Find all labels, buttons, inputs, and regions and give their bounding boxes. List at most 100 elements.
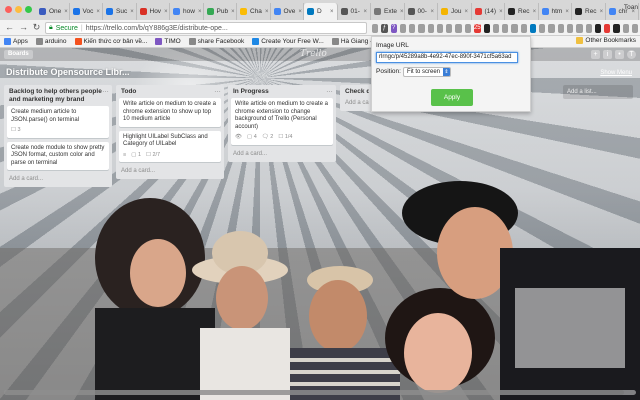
extension-icon[interactable] [436, 23, 444, 33]
other-bookmarks[interactable]: Other Bookmarks [576, 37, 636, 44]
window-close-dot[interactable] [5, 6, 12, 13]
tab-close-icon[interactable]: × [130, 9, 134, 15]
extension-icon[interactable] [557, 23, 564, 33]
browser-tab[interactable]: Cha × [237, 3, 271, 20]
tab-close-icon[interactable]: × [64, 9, 68, 15]
tab-close-icon[interactable]: × [464, 9, 468, 15]
browser-tab[interactable]: Exte × [371, 3, 405, 20]
browser-tab[interactable]: htm × [539, 3, 572, 20]
extension-icon[interactable] [520, 23, 527, 33]
trello-card[interactable]: Create medium article to JSON.parse() on… [7, 106, 109, 138]
scrollbar-thumb[interactable] [4, 390, 624, 395]
forward-icon[interactable]: → [18, 22, 29, 33]
add-card-button[interactable]: Add a card... [343, 98, 369, 108]
add-card-button[interactable]: Add a card... [119, 166, 221, 176]
board-scrollbar[interactable] [4, 390, 636, 395]
list-title[interactable]: Check qual [343, 88, 369, 98]
trello-card[interactable]: Highlight UILabel SubClass and Category … [119, 130, 221, 162]
list-title[interactable]: Backlog to help others people and market… [7, 88, 109, 106]
extension-icon[interactable] [399, 23, 407, 33]
tab-close-icon[interactable]: × [533, 9, 537, 15]
extension-icon[interactable] [483, 23, 490, 33]
list-menu-icon[interactable]: … [102, 87, 109, 94]
list-title[interactable]: Todo [119, 88, 221, 98]
extension-icon[interactable] [372, 23, 379, 33]
browser-tab[interactable]: Rec × [572, 3, 606, 20]
tab-close-icon[interactable]: × [565, 9, 569, 15]
browser-tab[interactable]: Rec × [505, 3, 539, 20]
extension-icon[interactable] [418, 23, 425, 33]
extension-icon[interactable] [502, 23, 509, 33]
show-menu-link[interactable]: Show Menu [600, 70, 632, 76]
add-card-button[interactable]: Add a card... [7, 174, 109, 184]
extension-icon[interactable] [604, 23, 611, 33]
extension-icon[interactable] [455, 23, 462, 33]
tab-close-icon[interactable]: × [164, 9, 168, 15]
apply-button[interactable]: Apply [431, 89, 473, 106]
extension-icon[interactable] [427, 23, 434, 33]
image-url-input[interactable]: rlrngc/p/45289a8b-4e92-47ec-890f-3471cf5… [376, 52, 518, 63]
bookmark-item[interactable]: Apps [4, 38, 28, 45]
tab-close-icon[interactable]: × [499, 9, 503, 15]
tab-close-icon[interactable]: × [400, 9, 403, 15]
extension-icon[interactable] [539, 23, 546, 33]
browser-tab[interactable]: (14) × [472, 3, 505, 20]
bell-icon[interactable]: • [615, 50, 624, 59]
extension-icon[interactable] [622, 23, 629, 33]
browser-tab[interactable]: Jou × [438, 3, 472, 20]
trello-card[interactable]: Create node module to show pretty JSON f… [7, 141, 109, 170]
add-card-button[interactable]: Add a card... [231, 149, 333, 159]
extension-icon[interactable] [613, 23, 620, 33]
trello-card[interactable]: Write article on medium to create a chro… [119, 98, 221, 127]
bookmark-item[interactable]: share Facebook [188, 38, 244, 45]
tab-close-icon[interactable]: × [430, 9, 434, 15]
extension-icon[interactable] [576, 23, 583, 33]
extension-icon[interactable]: 25 [473, 23, 481, 33]
tab-close-icon[interactable]: × [198, 9, 202, 15]
extension-icon[interactable] [511, 23, 518, 33]
list-menu-icon[interactable]: … [214, 87, 221, 94]
bookmark-item[interactable]: Kiến thức cơ bản về... [74, 38, 147, 45]
extension-icon[interactable] [585, 23, 592, 33]
info-icon[interactable]: i [603, 50, 612, 59]
browser-tab[interactable]: Suc × [103, 3, 137, 20]
browser-tab[interactable]: Pub × [204, 3, 237, 20]
extension-icon[interactable] [464, 23, 471, 33]
trello-logo[interactable]: Trello [300, 49, 327, 59]
extension-icon[interactable] [631, 23, 639, 33]
extension-icon[interactable] [548, 23, 555, 33]
window-minimize-dot[interactable] [15, 6, 22, 13]
extension-icon[interactable]: ƒ [381, 23, 388, 33]
tab-close-icon[interactable]: × [96, 9, 100, 15]
browser-tab[interactable]: D × [304, 3, 338, 20]
board-title[interactable]: Distribute Opensource Libr... [6, 67, 130, 77]
bookmark-item[interactable]: TIMO [155, 38, 181, 45]
tab-close-icon[interactable]: × [600, 9, 604, 15]
tab-close-icon[interactable]: × [231, 9, 235, 15]
extension-icon[interactable] [529, 23, 537, 33]
address-bar[interactable]: 🔒︎ Secure | https://trello.com/b/qY886g3… [45, 22, 367, 34]
boards-button[interactable]: Boards [4, 50, 33, 59]
bookmark-item[interactable]: Create Your Free W... [252, 38, 324, 45]
back-icon[interactable]: ← [4, 22, 15, 33]
extension-icon[interactable] [594, 23, 602, 33]
browser-tab[interactable]: how × [170, 3, 204, 20]
extension-icon[interactable] [409, 23, 416, 33]
browser-tab[interactable]: 00- × [405, 3, 438, 20]
reload-icon[interactable]: ↻ [31, 22, 42, 33]
window-zoom-dot[interactable] [25, 6, 32, 13]
profile-name[interactable]: Toan [624, 4, 638, 11]
add-list-button[interactable]: Add a list... [563, 85, 633, 99]
tab-close-icon[interactable]: × [363, 9, 367, 15]
extension-icon[interactable] [567, 23, 574, 33]
extension-icon[interactable] [492, 23, 500, 33]
tab-close-icon[interactable]: × [330, 9, 334, 15]
list-menu-icon[interactable]: … [326, 87, 333, 94]
position-select[interactable]: Fit to screen ⇕ [403, 67, 451, 77]
avatar[interactable]: T [627, 50, 636, 59]
browser-tab[interactable]: Hov × [137, 3, 170, 20]
bookmark-item[interactable]: arduino [35, 38, 67, 45]
list-title[interactable]: In Progress [231, 88, 333, 98]
browser-tab[interactable]: Ove × [271, 3, 304, 20]
add-icon[interactable]: + [591, 50, 600, 59]
